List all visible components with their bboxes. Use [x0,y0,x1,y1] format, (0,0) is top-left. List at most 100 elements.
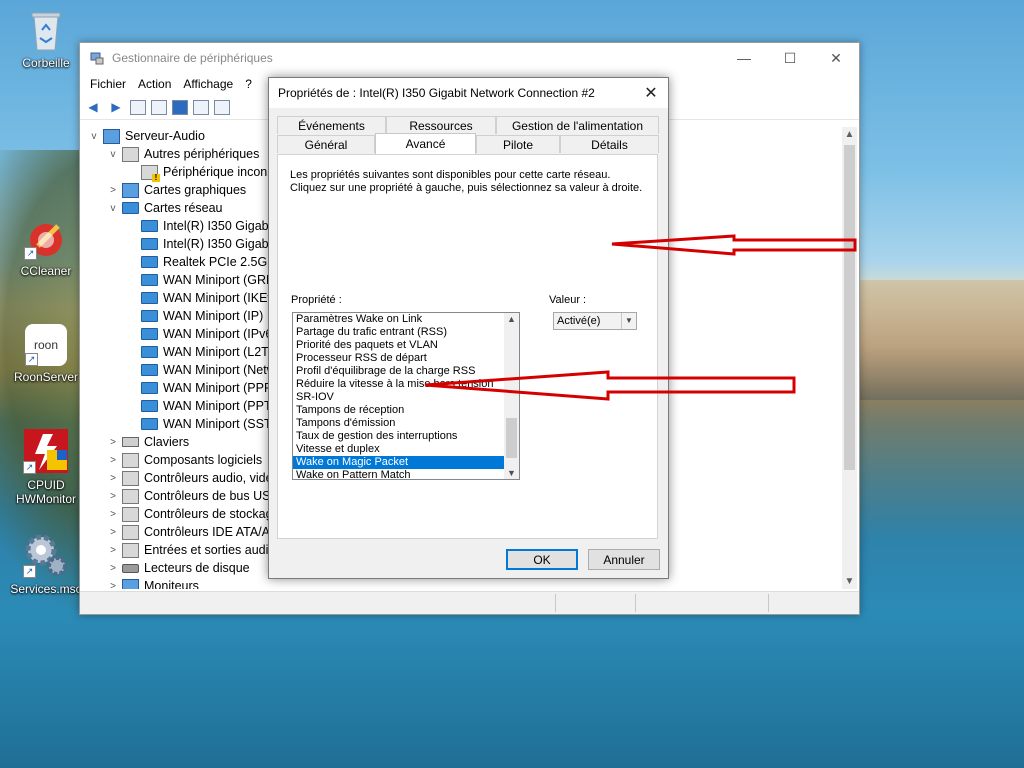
property-listbox[interactable]: Paramètres Wake on Link Partage du trafic… [292,312,520,480]
tab-pilote[interactable]: Pilote [476,135,560,153]
property-list-item[interactable]: Wake on Pattern Match [293,469,519,479]
network-adapter-icon [141,382,158,394]
cancel-button[interactable]: Annuler [588,549,660,570]
tree-item-label: Autres périphériques [144,147,260,161]
menu-affichage[interactable]: Affichage [177,77,239,91]
property-list-item[interactable]: Tampons d'émission [293,417,519,430]
tree-item-label: Contrôleurs de bus USB [144,489,279,503]
chevron-right-icon[interactable]: > [107,527,119,538]
property-list-item[interactable]: Tampons de réception [293,404,519,417]
menu-action[interactable]: Action [132,77,177,91]
tree-item-label: Moniteurs [144,579,199,589]
value-combobox-text: Activé(e) [557,315,601,327]
chevron-right-icon[interactable]: > [107,509,119,520]
chevron-down-icon[interactable]: ▼ [621,313,636,329]
shortcut-arrow-icon: ↗ [23,461,36,474]
property-list-item[interactable]: SR-IOV [293,391,519,404]
chevron-right-icon[interactable]: > [107,185,119,196]
menu-help[interactable]: ? [239,77,258,91]
chevron-right-icon[interactable]: > [107,473,119,484]
tree-item-label: Entrées et sorties audio [144,543,276,557]
tree-item-label: Lecteurs de disque [144,561,250,575]
chevron-down-icon[interactable]: v [88,131,100,142]
chevron-right-icon[interactable]: > [107,455,119,466]
tab-details[interactable]: Détails [560,135,659,153]
tab-avance[interactable]: Avancé [375,133,476,154]
tree-item-label: Périphérique inconn [163,165,275,179]
tab-ressources[interactable]: Ressources [386,116,496,134]
tab-general[interactable]: Général [277,135,375,153]
help-icon[interactable] [172,99,188,115]
services-gear-icon: ↗ [23,532,69,578]
properties-dialog[interactable]: Propriétés de : Intel(R) I350 Gigabit Ne… [268,77,669,579]
scroll-down-icon[interactable]: ▼ [504,468,519,478]
desktop-icon-ccleaner[interactable]: ↗ CCleaner [8,216,84,278]
forward-arrow-icon[interactable]: ▶ [107,99,125,115]
maximize-button[interactable]: ☐ [767,43,813,73]
dialog-close-button[interactable]: ✕ [634,78,668,108]
network-adapter-icon [122,202,139,214]
list-view-icon[interactable] [151,99,167,115]
desktop-icon-label: RoonServer [13,370,79,384]
desktop-icon-roonserver[interactable]: roon ↗ RoonServer [8,324,84,384]
property-list-item[interactable]: Profil d'équilibrage de la charge RSS [293,365,519,378]
property-list-item[interactable]: Vitesse et duplex [293,443,519,456]
desktop-icon-services[interactable]: ↗ Services.msc [8,532,84,596]
property-list-item[interactable]: Priorité des paquets et VLAN [293,339,519,352]
scrollbar-thumb[interactable] [844,145,855,470]
tree-item-label: Serveur-Audio [125,129,205,143]
computer-icon [103,128,120,144]
chevron-right-icon[interactable]: > [107,563,119,574]
disk-drive-icon [122,563,139,573]
tab-gestion-alimentation[interactable]: Gestion de l'alimentation [496,116,659,134]
scan-hardware-icon[interactable] [193,99,209,115]
chevron-right-icon[interactable]: > [107,545,119,556]
roon-icon: roon ↗ [25,324,67,366]
ok-button[interactable]: OK [506,549,578,570]
property-list-item[interactable]: Partage du trafic entrant (RSS) [293,326,519,339]
chevron-down-icon[interactable]: v [107,149,119,160]
menu-fichier[interactable]: Fichier [84,77,132,91]
property-list-item[interactable]: Paramètres Wake on Link [293,313,519,326]
tree-scrollbar[interactable]: ▲ ▼ [842,127,857,589]
property-list-item[interactable]: Taux de gestion des interruptions [293,430,519,443]
property-list-scrollbar[interactable]: ▲ ▼ [504,313,519,479]
window-controls: — ☐ ✕ [721,43,859,73]
tree-item-label: Realtek PCIe 2.5GbE [163,255,283,269]
back-arrow-icon[interactable]: ◀ [84,99,102,115]
status-bar [80,591,859,614]
desktop-icon-hwmonitor[interactable]: ↗ CPUID HWMonitor [8,428,84,506]
keyboard-icon [122,437,139,447]
property-list-item[interactable]: Processeur RSS de départ [293,352,519,365]
desktop-icon-label: CCleaner [20,264,72,278]
scroll-up-icon[interactable]: ▲ [842,129,857,140]
property-list-item[interactable]: Réduire la vitesse à la mise hors tensio… [293,378,519,391]
desktop-icon-recycle-bin[interactable]: Corbeille [8,8,84,70]
chevron-right-icon[interactable]: > [107,491,119,502]
chevron-right-icon[interactable]: > [107,581,119,590]
close-button[interactable]: ✕ [813,43,859,73]
audio-controller-icon [122,470,139,486]
network-adapter-icon [141,346,158,358]
property-list-item[interactable]: Wake on Magic Packet [293,456,505,469]
tab-row-1: Événements Ressources Gestion de l'alime… [277,116,659,134]
network-adapter-icon [141,292,158,304]
monitor-toolbar-icon[interactable] [214,99,230,115]
chevron-right-icon[interactable]: > [107,437,119,448]
desktop-icon-label: Corbeille [22,56,70,70]
tab-evenements[interactable]: Événements [277,116,386,134]
network-adapter-icon [141,364,158,376]
network-adapter-icon [141,274,158,286]
dialog-title: Propriétés de : Intel(R) I350 Gigabit Ne… [278,86,595,100]
dialog-titlebar[interactable]: Propriétés de : Intel(R) I350 Gigabit Ne… [269,78,668,108]
properties-view-icon[interactable] [130,99,146,115]
network-adapter-icon [141,310,158,322]
minimize-button[interactable]: — [721,43,767,73]
software-component-icon [122,452,139,468]
scroll-down-icon[interactable]: ▼ [842,576,857,587]
chevron-down-icon[interactable]: v [107,203,119,214]
network-adapter-icon [141,328,158,340]
scroll-up-icon[interactable]: ▲ [504,314,519,324]
value-combobox[interactable]: Activé(e) ▼ [553,312,637,330]
scrollbar-thumb[interactable] [506,418,517,458]
